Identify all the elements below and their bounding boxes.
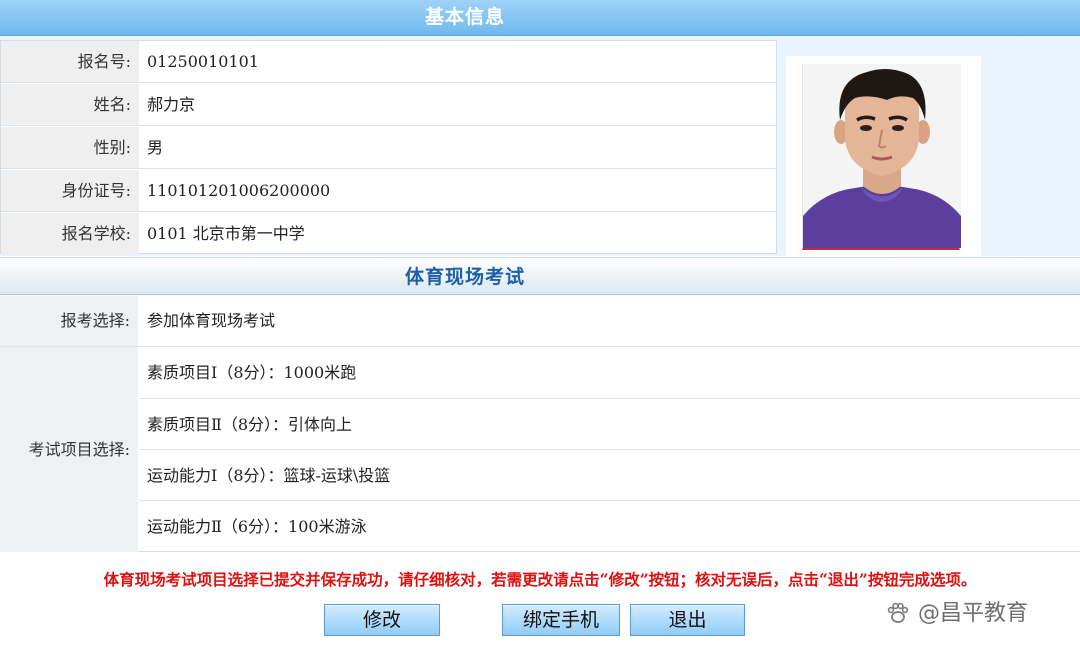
paw-icon <box>885 600 911 626</box>
watermark: @昌平教育 <box>885 596 1028 632</box>
info-row-registration-number: 报名号: 01250010101 <box>1 41 776 83</box>
basic-info-section: 报名号: 01250010101 姓名: 郝力京 性别: 男 身份证号: 110… <box>0 36 1080 256</box>
sports-exam-title: 体育现场考试 <box>404 266 525 288</box>
submission-notice: 体育现场考试项目选择已提交并保存成功，请仔细核对，若需更改请点击“修改”按钮；核… <box>103 570 977 589</box>
info-row-gender: 性别: 男 <box>1 127 776 169</box>
student-photo-illustration <box>803 64 961 248</box>
info-label: 姓名: <box>1 84 139 125</box>
exam-item: 运动能力Ⅱ（6分）：100米游泳 <box>147 517 367 536</box>
info-row-id-number: 身份证号: 110101201006200000 <box>1 170 776 212</box>
exam-item: 素质项目Ⅰ（8分）：1000米跑 <box>147 363 357 382</box>
info-value: 男 <box>147 138 164 157</box>
sports-exam-table: 报考选择: 参加体育现场考试 考试项目选择: 素质项目Ⅰ（8分）：1000米跑 … <box>0 296 1080 552</box>
exam-item: 素质项目Ⅱ（8分）：引体向上 <box>147 415 353 434</box>
info-value: 0101 北京市第一中学 <box>147 224 305 243</box>
exam-items-label: 考试项目选择: <box>0 347 138 552</box>
info-label: 报名学校: <box>1 213 139 255</box>
info-row-school: 报名学校: 0101 北京市第一中学 <box>1 213 776 255</box>
basic-info-title: 基本信息 <box>424 6 505 28</box>
registration-choice-label: 报考选择: <box>0 296 138 346</box>
info-label: 性别: <box>1 127 139 168</box>
info-label: 身份证号: <box>1 170 139 211</box>
bind-phone-button[interactable]: 绑定手机 <box>502 604 620 636</box>
info-value: 01250010101 <box>147 52 259 71</box>
exit-button[interactable]: 退出 <box>630 604 745 636</box>
watermark-text: @昌平教育 <box>918 601 1029 626</box>
student-photo <box>802 64 961 250</box>
basic-info-header: 基本信息 <box>0 0 1080 36</box>
sports-exam-header: 体育现场考试 <box>0 257 1080 295</box>
modify-button[interactable]: 修改 <box>324 604 440 636</box>
info-row-name: 姓名: 郝力京 <box>1 84 776 126</box>
registration-choice-value: 参加体育现场考试 <box>147 311 276 330</box>
info-label: 报名号: <box>1 41 139 82</box>
info-value: 郝力京 <box>147 95 196 114</box>
student-photo-frame <box>786 56 981 256</box>
info-value: 110101201006200000 <box>147 181 331 200</box>
exam-item: 运动能力Ⅰ（8分）：篮球-运球\投篮 <box>147 466 391 485</box>
basic-info-table: 报名号: 01250010101 姓名: 郝力京 性别: 男 身份证号: 110… <box>0 40 777 255</box>
